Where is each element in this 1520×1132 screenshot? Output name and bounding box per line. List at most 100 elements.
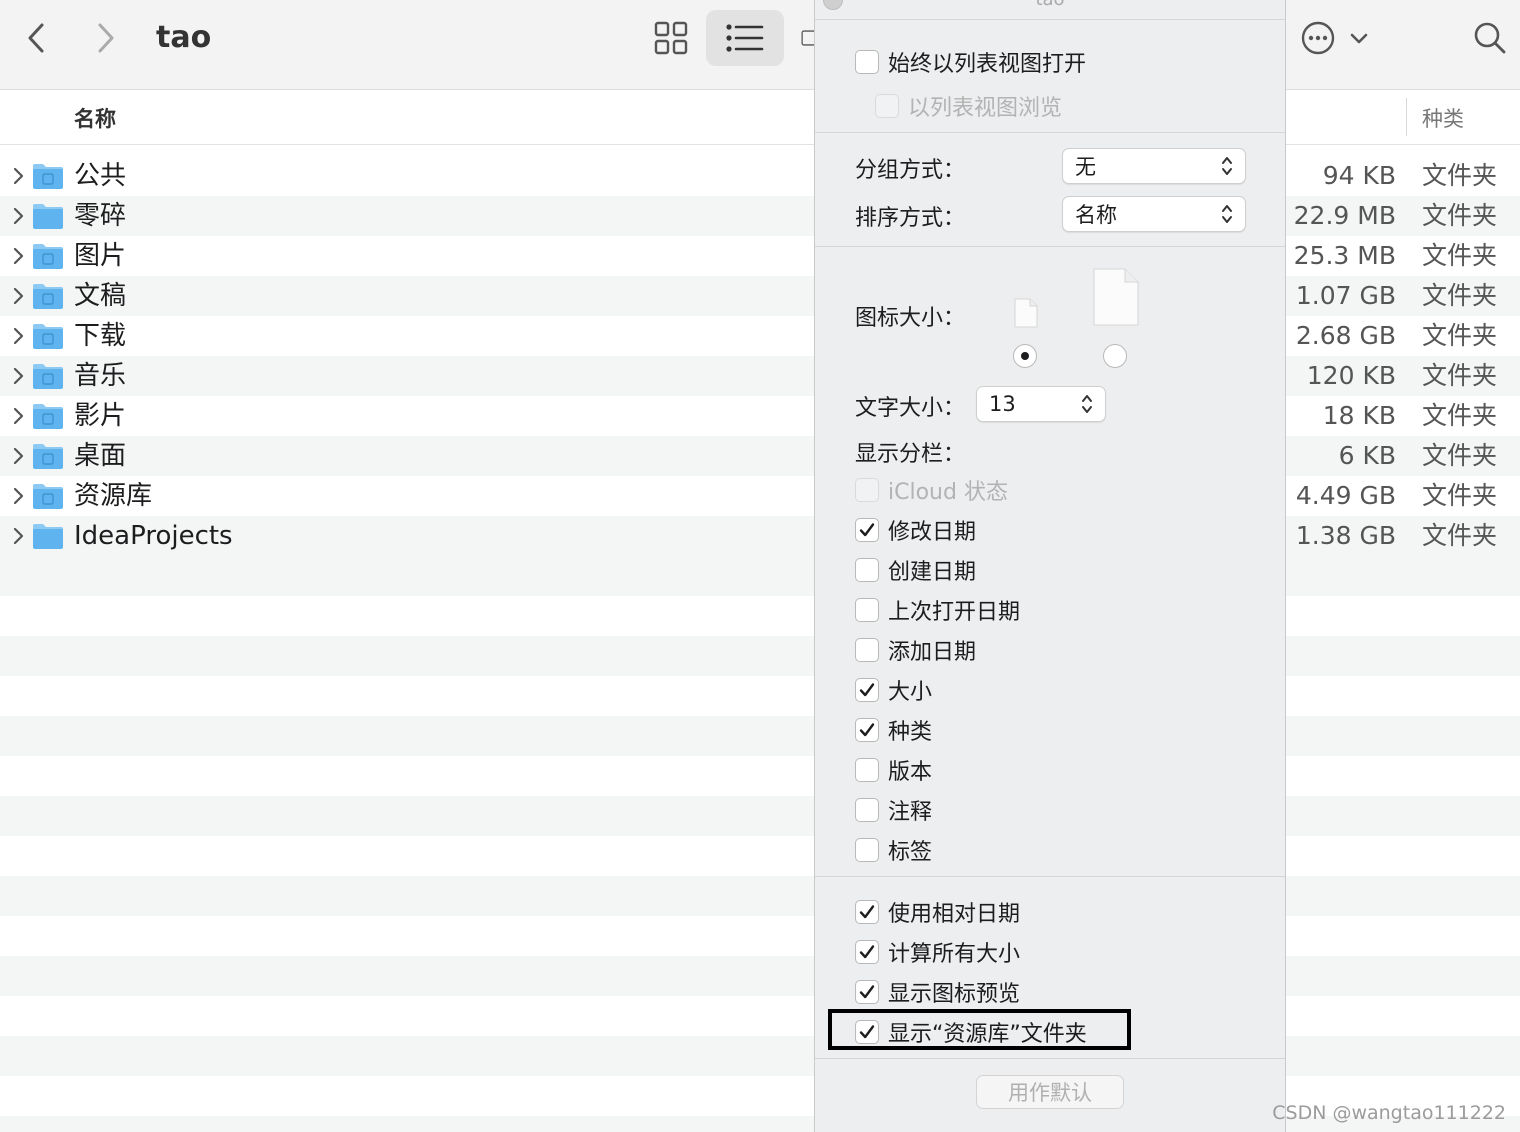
- use-as-defaults-button[interactable]: 用作默认: [976, 1075, 1124, 1109]
- checkbox-box[interactable]: [855, 980, 879, 1004]
- file-row[interactable]: 零碎 22.9 MB 文件夹: [0, 196, 1520, 236]
- updown-arrows-icon: [1077, 389, 1097, 419]
- checkbox-label: 显示图标预览: [888, 982, 1021, 1007]
- file-row[interactable]: 文稿 1.07 GB 文件夹: [0, 276, 1520, 316]
- empty-row: [0, 596, 1520, 636]
- sort-by-select[interactable]: 名称: [1062, 196, 1246, 232]
- list-view-button[interactable]: [706, 10, 784, 66]
- watermark: CSDN @wangtao111222: [1272, 1102, 1506, 1124]
- disclosure-button[interactable]: [8, 244, 28, 268]
- disclosure-button[interactable]: [8, 324, 28, 348]
- disclosure-button[interactable]: [8, 484, 28, 508]
- library-folder-icon: [33, 484, 63, 509]
- disclosure-button[interactable]: [8, 444, 28, 468]
- file-name: 图片: [74, 241, 127, 271]
- group-by-select[interactable]: 无: [1062, 148, 1246, 184]
- file-name: 资源库: [74, 481, 153, 511]
- separator: [815, 246, 1285, 247]
- checkbox-box[interactable]: [855, 718, 879, 742]
- option-checkbox[interactable]: 创建日期: [855, 554, 976, 586]
- file-kind: 文件夹: [1422, 201, 1498, 230]
- icon-size-label: 图标大小：: [855, 306, 966, 331]
- text-size-select[interactable]: 13: [976, 386, 1106, 422]
- option-checkbox[interactable]: 使用相对日期: [855, 896, 1020, 928]
- file-kind: 文件夹: [1422, 241, 1498, 270]
- window-title: tao: [156, 20, 212, 55]
- updown-arrows-icon: [1217, 199, 1237, 229]
- icon-view-button[interactable]: [650, 16, 692, 60]
- disclosure-triangle-icon: [13, 167, 24, 185]
- chevron-left-icon: [28, 23, 44, 53]
- icon-size-large-radio[interactable]: [1103, 344, 1127, 368]
- checkbox-box[interactable]: [855, 758, 879, 782]
- option-checkbox[interactable]: 显示图标预览: [855, 976, 1020, 1008]
- file-row[interactable]: 桌面 6 KB 文件夹: [0, 436, 1520, 476]
- disclosure-button[interactable]: [8, 524, 28, 548]
- file-row[interactable]: 图片 25.3 MB 文件夹: [0, 236, 1520, 276]
- pictures-folder-icon: [33, 244, 63, 269]
- checkbox-box[interactable]: [855, 558, 879, 582]
- more-actions-button[interactable]: [1298, 16, 1372, 60]
- checkbox-box[interactable]: [855, 900, 879, 924]
- column-header: 名称 种类: [0, 91, 1520, 145]
- option-checkbox[interactable]: 种类: [855, 714, 932, 746]
- file-list: 公共 94 KB 文件夹 零碎 22.9 MB 文件夹 图片 25.3 MB 文件夹 文稿 1.07…: [0, 156, 1520, 556]
- disclosure-triangle-icon: [13, 367, 24, 385]
- disclosure-triangle-icon: [13, 527, 24, 545]
- column-header-kind[interactable]: 种类: [1422, 103, 1464, 133]
- folder-icon: [33, 524, 63, 549]
- ellipsis-circle-icon: [1301, 21, 1335, 55]
- file-size: 1.38 GB: [1295, 521, 1396, 550]
- option-checkbox[interactable]: 标签: [855, 834, 932, 866]
- checkbox-box[interactable]: [855, 518, 879, 542]
- column-header-name[interactable]: 名称: [74, 103, 116, 133]
- checkbox-box[interactable]: [855, 798, 879, 822]
- disclosure-button[interactable]: [8, 364, 28, 388]
- disclosure-button[interactable]: [8, 404, 28, 428]
- option-checkbox[interactable]: 添加日期: [855, 634, 976, 666]
- browse-list-checkbox: 以列表视图浏览: [875, 90, 1062, 122]
- disclosure-button[interactable]: [8, 204, 28, 228]
- checkbox-box[interactable]: [855, 638, 879, 662]
- file-row[interactable]: 影片 18 KB 文件夹: [0, 396, 1520, 436]
- option-checkbox[interactable]: 计算所有大小: [855, 936, 1020, 968]
- checkbox-box[interactable]: [855, 838, 879, 862]
- checkbox-label: 版本: [888, 760, 933, 785]
- file-row[interactable]: 资源库 4.49 GB 文件夹: [0, 476, 1520, 516]
- option-checkbox[interactable]: 版本: [855, 754, 932, 786]
- forward-button[interactable]: [88, 18, 124, 58]
- file-row[interactable]: 公共 94 KB 文件夹: [0, 156, 1520, 196]
- option-checkbox[interactable]: 上次打开日期: [855, 594, 1020, 626]
- checkbox-box[interactable]: [855, 598, 879, 622]
- option-checkbox[interactable]: 大小: [855, 674, 932, 706]
- file-row[interactable]: IdeaProjects 1.38 GB 文件夹: [0, 516, 1520, 556]
- file-row[interactable]: 音乐 120 KB 文件夹: [0, 356, 1520, 396]
- disclosure-triangle-icon: [13, 487, 24, 505]
- file-row[interactable]: 下载 2.68 GB 文件夹: [0, 316, 1520, 356]
- file-name: 影片: [74, 401, 127, 431]
- highlight-box: [828, 1009, 1131, 1050]
- file-size: 22.9 MB: [1293, 201, 1396, 230]
- checkbox-label: 计算所有大小: [888, 942, 1021, 967]
- checkbox-box[interactable]: [855, 940, 879, 964]
- back-button[interactable]: [18, 18, 54, 58]
- disclosure-triangle-icon: [13, 207, 24, 225]
- column-divider[interactable]: [1406, 98, 1407, 136]
- icon-size-small-radio[interactable]: [1013, 344, 1037, 368]
- empty-row: [0, 676, 1520, 716]
- checkbox-box[interactable]: [855, 50, 879, 74]
- always-open-list-checkbox[interactable]: 始终以列表视图打开: [855, 46, 1086, 78]
- option-checkbox: iCloud 状态: [855, 474, 1008, 506]
- disclosure-button[interactable]: [8, 164, 28, 188]
- option-checkbox[interactable]: 注释: [855, 794, 932, 826]
- search-button[interactable]: [1470, 16, 1510, 60]
- panel-title: tao: [815, 0, 1285, 10]
- file-size: 120 KB: [1306, 361, 1396, 390]
- checkbox-box[interactable]: [855, 678, 879, 702]
- separator: [815, 876, 1285, 877]
- file-name: 零碎: [74, 201, 127, 231]
- disclosure-button[interactable]: [8, 284, 28, 308]
- file-kind: 文件夹: [1422, 441, 1498, 470]
- option-checkbox[interactable]: 修改日期: [855, 514, 976, 546]
- file-size: 94 KB: [1322, 161, 1396, 190]
